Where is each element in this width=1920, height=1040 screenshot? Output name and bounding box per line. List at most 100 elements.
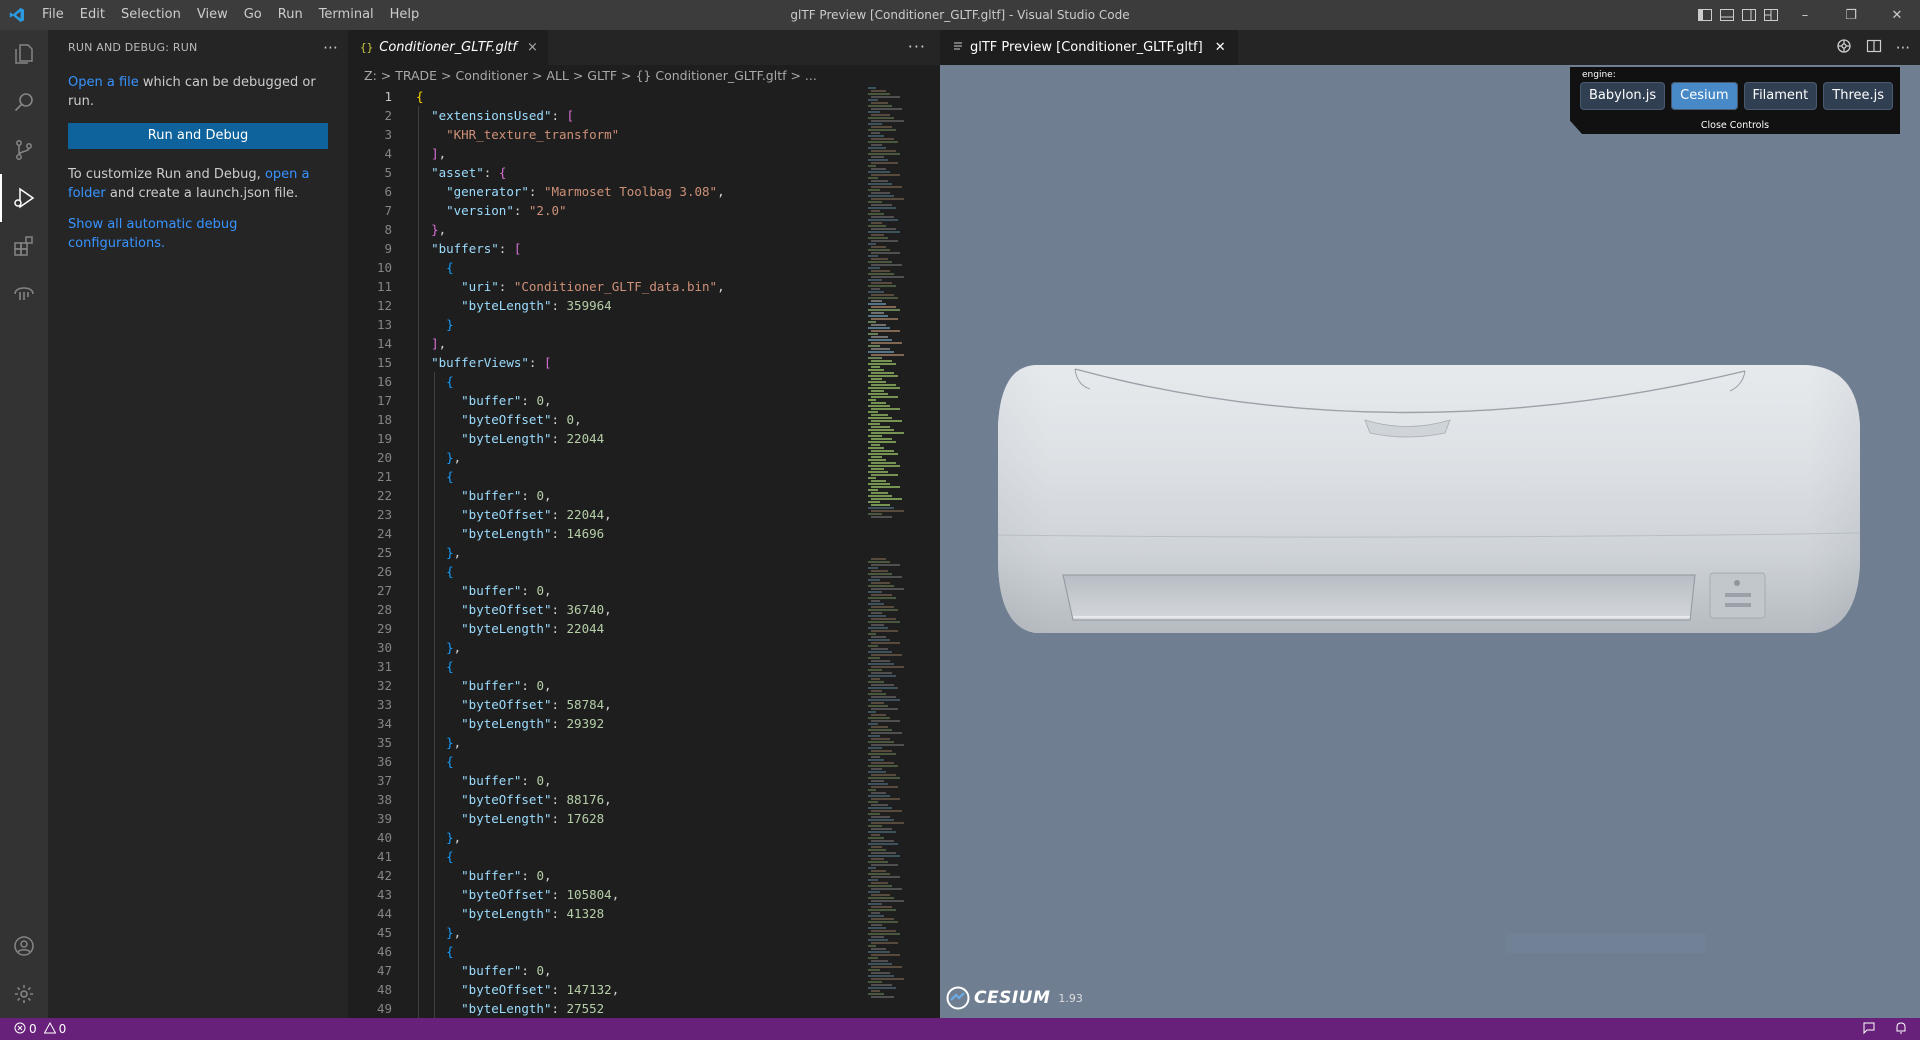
restore-button[interactable]: ❐ (1828, 0, 1874, 30)
minimap-line (868, 801, 878, 803)
notifications-bell-icon[interactable] (1894, 1021, 1908, 1038)
minimap-line (868, 249, 890, 251)
minimap-line (868, 225, 886, 227)
minimap-line (871, 132, 880, 134)
minimap-line (871, 204, 892, 206)
minimap-line (871, 894, 890, 896)
toggle-primary-sidebar-icon[interactable] (1694, 0, 1716, 30)
menu-edit[interactable]: Edit (72, 0, 113, 30)
minimap-line (871, 456, 882, 458)
run-debug-icon[interactable] (0, 174, 48, 222)
minimap-line (871, 576, 902, 578)
minimap-line (868, 987, 896, 989)
editor-more-actions[interactable]: ··· (908, 30, 926, 63)
minimap-line (871, 966, 902, 968)
feedback-icon[interactable] (1862, 1021, 1876, 1038)
minimap-line (871, 636, 886, 638)
engine-cesium-button[interactable]: Cesium (1671, 82, 1738, 110)
minimap-line (868, 753, 896, 755)
show-all-configurations-link[interactable]: Show all automatic debug configurations. (68, 217, 237, 251)
minimap-line (871, 162, 898, 164)
settings-gear-icon[interactable] (0, 970, 48, 1018)
minimap-line (868, 591, 882, 593)
minimap-line (871, 180, 888, 182)
code-line: { (416, 89, 424, 104)
menu-run[interactable]: Run (270, 0, 311, 30)
minimap-line (871, 294, 894, 296)
extensions-icon[interactable] (0, 222, 48, 270)
minimap-line (871, 750, 892, 752)
minimize-button[interactable]: – (1782, 0, 1828, 30)
minimap-line (868, 375, 898, 377)
account-icon[interactable] (0, 922, 48, 970)
minimap-line (868, 843, 898, 845)
minimap-line (868, 183, 892, 185)
minimap-line (868, 771, 886, 773)
menu-view[interactable]: View (189, 0, 236, 30)
testing-icon[interactable] (0, 270, 48, 318)
breadcrumb[interactable]: Z: > TRADE > Conditioner > ALL > GLTF > … (348, 65, 940, 87)
minimap-line (868, 693, 886, 695)
minimap-line (868, 273, 894, 275)
line-number: 10 (376, 260, 392, 275)
minimap-line (868, 363, 896, 365)
close-preview-tab-icon[interactable]: ✕ (1215, 40, 1226, 55)
minimap-line (871, 804, 888, 806)
run-and-debug-button[interactable]: Run and Debug (68, 123, 328, 149)
problems-indicator[interactable]: 0 0 (0, 1021, 67, 1037)
code-lines: { "extensionsUsed": [ "KHR_texture_trans… (416, 87, 856, 1018)
code-line: ], (431, 146, 447, 161)
minimap-line (868, 147, 886, 149)
minimap-line (871, 246, 886, 248)
menu-selection[interactable]: Selection (113, 0, 189, 30)
code-area[interactable]: 1 2 3 4 5 6 7 8 9 10 11 12 13 14 15 16 17 18 19 20 21 22 23 24 2… (348, 87, 940, 1018)
minimap-line (868, 507, 894, 509)
customize-layout-icon[interactable] (1760, 0, 1782, 30)
gltf-inspect-icon[interactable] (1836, 38, 1852, 58)
close-controls-button[interactable]: Close Controls (1570, 120, 1900, 131)
tab-conditioner-gltf[interactable]: {} Conditioner_GLTF.gltf × (348, 30, 548, 65)
minimap-line (868, 351, 894, 353)
minimap-line (868, 369, 884, 371)
tab-gltf-preview[interactable]: glTF Preview [Conditioner_GLTF.gltf] ✕ (940, 30, 1238, 65)
code-line: "buffer": 0, (461, 583, 552, 598)
sidebar-more-actions[interactable]: ··· (323, 39, 338, 57)
preview-more-actions-icon[interactable]: ··· (1896, 39, 1910, 57)
menu-help[interactable]: Help (382, 0, 428, 30)
warning-count: 0 (58, 1022, 67, 1036)
toggle-secondary-sidebar-icon[interactable] (1738, 0, 1760, 30)
open-file-link[interactable]: Open a file (68, 75, 139, 90)
minimap-line (871, 840, 894, 842)
minimap-line (868, 675, 896, 677)
menu-file[interactable]: File (34, 0, 72, 30)
engine-filament-button[interactable]: Filament (1743, 82, 1818, 110)
close-window-button[interactable]: ✕ (1874, 0, 1920, 30)
files-icon[interactable] (0, 30, 48, 78)
minimap-line (871, 270, 890, 272)
gltf-preview-group: glTF Preview [Conditioner_GLTF.gltf] ✕ ·… (940, 30, 1920, 1018)
menu-terminal[interactable]: Terminal (311, 0, 382, 30)
minimap-line (871, 378, 882, 380)
cesium-viewport[interactable]: engine: Babylon.js Cesium Filament Three… (940, 65, 1920, 1018)
minimap-line (868, 489, 878, 491)
minimap-line (868, 567, 878, 569)
split-editor-icon[interactable] (1866, 38, 1882, 58)
menu-go[interactable]: Go (236, 0, 270, 30)
minimap-line (871, 948, 886, 950)
minimap-line (871, 774, 896, 776)
code-line: "byteOffset": 105804, (461, 887, 620, 902)
minimap-line (868, 117, 894, 119)
minimap[interactable] (868, 87, 938, 1018)
source-control-icon[interactable] (0, 126, 48, 174)
line-number: 42 (376, 868, 392, 883)
line-number: 9 (384, 241, 392, 256)
toggle-panel-icon[interactable] (1716, 0, 1738, 30)
minimap-line (871, 768, 882, 770)
engine-babylon-button[interactable]: Babylon.js (1580, 82, 1666, 110)
engine-threejs-button[interactable]: Three.js (1823, 82, 1894, 110)
minimap-line (871, 186, 902, 188)
line-number: 46 (376, 944, 392, 959)
close-tab-icon[interactable]: × (527, 40, 538, 55)
minimap-line (868, 501, 880, 503)
search-icon[interactable] (0, 78, 48, 126)
